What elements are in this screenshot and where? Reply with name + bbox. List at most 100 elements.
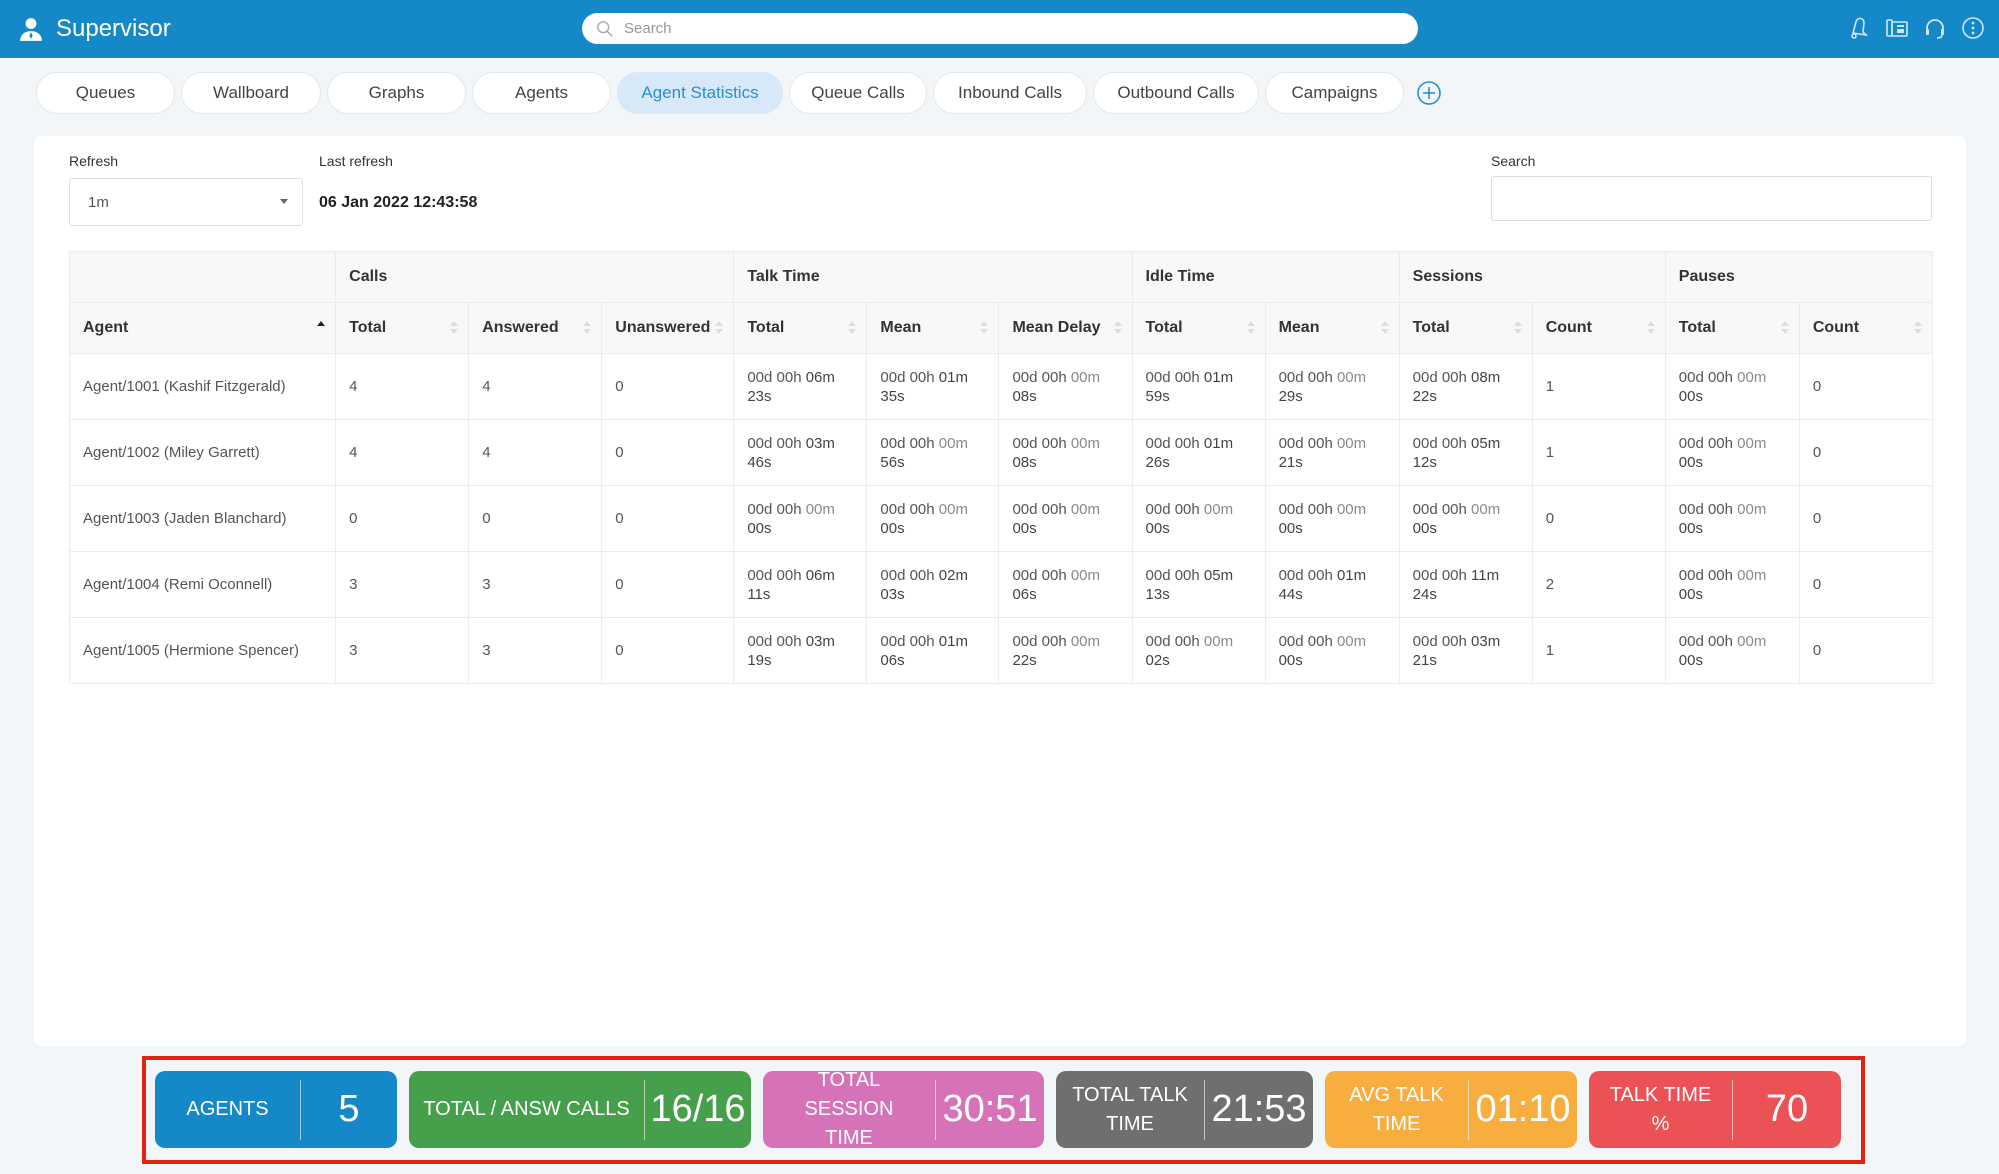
sort-icon[interactable] <box>450 321 459 335</box>
sort-icon[interactable] <box>1113 321 1122 335</box>
column-header-talk-mean-delay[interactable]: Mean Delay <box>998 302 1133 354</box>
cell-idle-total: 00d 00h 00m 00s <box>1131 485 1266 552</box>
cell-calls-total: 3 <box>335 551 470 618</box>
column-header-label: Total <box>349 319 387 336</box>
cell-talk-mean-delay: 00d 00h 00m 08s <box>998 353 1133 420</box>
cell-pauses-count: 0 <box>1798 353 1934 420</box>
column-header-label: Unanswered <box>615 319 711 336</box>
refresh-label: Refresh <box>69 153 119 169</box>
cell-calls-unanswered: 0 <box>601 419 735 486</box>
group-header-pauses: Pauses <box>1664 251 1934 303</box>
tab-bar: Queues Wallboard Graphs Agents Agent Sta… <box>36 72 1442 114</box>
more-options-icon[interactable] <box>1961 14 1985 42</box>
column-header-idle-total[interactable]: Total <box>1131 302 1266 354</box>
column-header-agent[interactable]: Agent <box>68 302 337 354</box>
stat-card-total-answered-calls: TOTAL / ANSW CALLS 16/16 <box>409 1071 751 1148</box>
column-header-label: Total <box>1678 319 1716 336</box>
cell-pauses-total: 00d 00h 00m 00s <box>1664 617 1800 684</box>
cell-agent: Agent/1004 (Remi Oconnell) <box>68 551 337 618</box>
cell-sessions-count: 1 <box>1531 419 1666 486</box>
stat-value: 5 <box>338 1088 360 1130</box>
sort-icon[interactable] <box>715 321 724 335</box>
sort-icon[interactable] <box>1380 321 1389 335</box>
refresh-interval-select[interactable]: 1m <box>69 178 303 226</box>
column-header-label: Mean <box>880 319 922 336</box>
cell-pauses-total: 00d 00h 00m 00s <box>1664 485 1800 552</box>
sort-icon[interactable] <box>1914 321 1922 335</box>
sort-icon[interactable] <box>848 321 857 335</box>
tab-agents[interactable]: Agents <box>472 72 611 114</box>
column-header-sessions-count[interactable]: Count <box>1531 302 1666 354</box>
cell-calls-answered: 0 <box>468 485 603 552</box>
column-header-talk-total[interactable]: Total <box>733 302 868 354</box>
stat-label: TOTAL / ANSW CALLS <box>423 1098 630 1120</box>
column-header-pauses-total[interactable]: Total <box>1664 302 1800 354</box>
cell-calls-total: 0 <box>335 485 470 552</box>
column-header-calls-unanswered[interactable]: Unanswered <box>601 302 735 354</box>
stat-value: 21:53 <box>1211 1088 1307 1130</box>
global-search-input[interactable] <box>624 20 1384 37</box>
table-row[interactable]: Agent/1001 (Kashif Fitzgerald) 4 4 0 00d 00h… <box>68 353 1934 420</box>
cell-calls-answered: 4 <box>468 353 603 420</box>
column-header-talk-mean[interactable]: Mean <box>866 302 1000 354</box>
tab-queue-calls[interactable]: Queue Calls <box>789 72 927 114</box>
chevron-down-icon <box>280 199 288 204</box>
tab-agent-statistics[interactable]: Agent Statistics <box>617 72 783 114</box>
sort-icon[interactable] <box>1246 321 1255 335</box>
column-header-calls-total[interactable]: Total <box>335 302 470 354</box>
cell-sessions-total: 00d 00h 00m 00s <box>1398 485 1533 552</box>
global-search[interactable] <box>582 13 1418 44</box>
cell-talk-total: 00d 00h 03m 19s <box>733 617 868 684</box>
tab-inbound-calls[interactable]: Inbound Calls <box>933 72 1087 114</box>
stat-label: AVG TALK TIME <box>1349 1083 1444 1135</box>
cell-pauses-total: 00d 00h 00m 00s <box>1664 353 1800 420</box>
cell-pauses-count: 0 <box>1798 485 1934 552</box>
cell-talk-total: 00d 00h 06m 23s <box>733 353 868 420</box>
headset-icon[interactable] <box>1923 14 1947 42</box>
cell-idle-mean: 00d 00h 00m 00s <box>1264 617 1400 684</box>
stat-label: AGENTS <box>186 1098 269 1120</box>
cell-pauses-count: 0 <box>1798 617 1934 684</box>
cell-talk-mean: 00d 00h 01m 35s <box>866 353 1000 420</box>
cell-calls-total: 3 <box>335 617 470 684</box>
phone-icon[interactable] <box>1885 14 1909 42</box>
stat-value: 01:10 <box>1475 1088 1571 1130</box>
supervisor-user-icon <box>20 18 42 41</box>
sort-icon[interactable] <box>1646 321 1655 335</box>
tab-queues[interactable]: Queues <box>36 72 175 114</box>
cell-pauses-count: 0 <box>1798 419 1934 486</box>
column-header-label: Answered <box>482 319 559 336</box>
table-row[interactable]: Agent/1002 (Miley Garrett) 4 4 0 00d 00h 03m… <box>68 419 1934 486</box>
tab-wallboard[interactable]: Wallboard <box>181 72 321 114</box>
column-header-label: Total <box>747 319 785 336</box>
add-tab-icon[interactable] <box>1416 80 1442 106</box>
table-row[interactable]: Agent/1003 (Jaden Blanchard) 0 0 0 00d 00h 0… <box>68 485 1934 552</box>
cell-pauses-total: 00d 00h 00m 00s <box>1664 419 1800 486</box>
sort-ascending-icon[interactable] <box>317 321 326 335</box>
cell-idle-mean: 00d 00h 01m 44s <box>1264 551 1400 618</box>
sort-icon[interactable] <box>1780 321 1789 335</box>
stat-value: 30:51 <box>942 1088 1038 1130</box>
column-header-idle-mean[interactable]: Mean <box>1264 302 1400 354</box>
cell-agent: Agent/1003 (Jaden Blanchard) <box>68 485 337 552</box>
column-header-calls-answered[interactable]: Answered <box>468 302 603 354</box>
table-row[interactable]: Agent/1004 (Remi Oconnell) 3 3 0 00d 00h 06m… <box>68 551 1934 618</box>
column-header-sessions-total[interactable]: Total <box>1398 302 1533 354</box>
sort-icon[interactable] <box>583 321 592 335</box>
stat-label: TOTAL SESSION TIME <box>804 1069 894 1149</box>
search-label: Search <box>1491 153 1536 169</box>
sort-icon[interactable] <box>1513 321 1522 335</box>
group-header-sessions: Sessions <box>1398 251 1666 303</box>
tab-campaigns[interactable]: Campaigns <box>1265 72 1404 114</box>
cell-idle-total: 00d 00h 01m 59s <box>1131 353 1266 420</box>
table-row[interactable]: Agent/1005 (Hermione Spencer) 3 3 0 00d 00h … <box>68 617 1934 684</box>
table-search-input[interactable] <box>1491 176 1932 221</box>
cell-calls-total: 4 <box>335 353 470 420</box>
cell-talk-total: 00d 00h 00m 00s <box>733 485 868 552</box>
column-header-pauses-count[interactable]: Count <box>1798 302 1934 354</box>
group-header-idle-time: Idle Time <box>1131 251 1400 303</box>
tab-graphs[interactable]: Graphs <box>327 72 466 114</box>
tab-outbound-calls[interactable]: Outbound Calls <box>1093 72 1259 114</box>
bell-icon[interactable] <box>1847 14 1871 42</box>
sort-icon[interactable] <box>980 321 989 335</box>
